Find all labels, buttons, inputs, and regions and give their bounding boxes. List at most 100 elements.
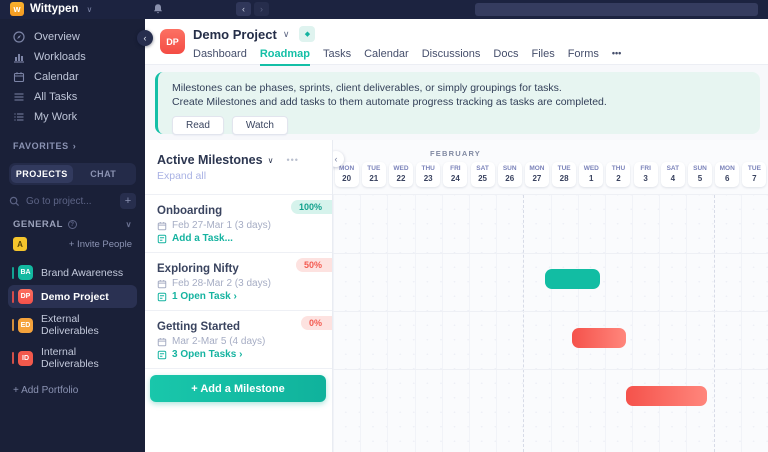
progress-badge: 100%: [291, 200, 332, 214]
project-tab[interactable]: Forms: [568, 48, 599, 66]
open-tasks-link[interactable]: 1 Open Task ›: [157, 291, 320, 302]
history-forward-button[interactable]: ›: [254, 2, 269, 16]
day-abbr: MON: [715, 165, 739, 172]
page-title[interactable]: Demo Project: [193, 27, 277, 42]
day-card: SUN 26: [498, 162, 522, 187]
open-tasks-link[interactable]: 3 Open Tasks ›: [157, 349, 320, 360]
invite-people-link[interactable]: + Invite People: [27, 239, 132, 250]
expand-all-link[interactable]: Expand all: [157, 170, 320, 182]
grid-column: [551, 195, 578, 452]
project-tab[interactable]: Files: [531, 48, 554, 66]
project-tab[interactable]: Tasks: [323, 48, 351, 66]
add-milestone-button[interactable]: + Add a Milestone: [150, 375, 326, 402]
day-abbr: SAT: [471, 165, 495, 172]
project-tabs: Dashboard Roadmap Tasks Calendar Discuss…: [193, 48, 621, 66]
search-icon: [9, 196, 20, 207]
day-card: WED 1: [579, 162, 603, 187]
grid-column: [578, 195, 605, 452]
project-color-strip: [12, 319, 14, 331]
go-to-project-input[interactable]: [26, 196, 114, 207]
workspace-switcher[interactable]: w Wittypen ∨: [10, 2, 92, 16]
grid-column: [659, 195, 686, 452]
milestone-bar-getting-started[interactable]: [626, 386, 707, 406]
portfolio-general[interactable]: GENERAL ? ∨: [0, 209, 145, 232]
add-task-link[interactable]: Add a Task...: [157, 233, 320, 244]
sidebar-item-label: All Tasks: [34, 91, 77, 103]
sidebar-project-brand-awareness[interactable]: BA Brand Awareness: [8, 261, 137, 284]
day-number: 25: [471, 174, 495, 183]
sidebar-collapse-button[interactable]: ‹: [137, 30, 153, 46]
day-cell: SUN 5: [686, 162, 713, 192]
day-abbr: FRI: [634, 165, 658, 172]
day-number: 7: [742, 174, 766, 183]
favorites-toggle[interactable]: FAVORITES ›: [0, 127, 145, 157]
chevron-right-icon: ›: [73, 141, 77, 151]
tab-projects[interactable]: PROJECTS: [11, 165, 73, 183]
milestone-row-onboarding[interactable]: Onboarding Feb 27-Mar 1 (3 days) Add a T…: [145, 195, 332, 253]
day-number: 28: [552, 174, 576, 183]
sidebar-project-internal-deliverables[interactable]: ID Internal Deliverables: [8, 342, 137, 374]
sidebar: Overview Workloads Calendar All Tasks My…: [0, 19, 145, 452]
history-back-button[interactable]: ‹: [236, 2, 251, 16]
day-abbr: SUN: [688, 165, 712, 172]
plus-icon: +: [125, 195, 131, 207]
day-card: SUN 5: [688, 162, 712, 187]
milestone-row-getting-started[interactable]: Getting Started Mar 2-Mar 5 (4 days) 3 O…: [145, 311, 332, 369]
sidebar-item-my-work[interactable]: My Work: [0, 107, 145, 127]
tasks-list-icon: [13, 111, 25, 123]
project-tab[interactable]: Docs: [493, 48, 518, 66]
project-name: Demo Project: [41, 291, 109, 303]
project-name: External Deliverables: [41, 313, 131, 337]
chevron-down-icon[interactable]: ∨: [283, 29, 290, 40]
member-avatar[interactable]: A: [13, 237, 27, 251]
timeline-panel: ‹ FEBRUARY MON 20: [333, 140, 768, 452]
day-abbr: WED: [389, 165, 413, 172]
day-number: 20: [335, 174, 359, 183]
sidebar-item-label: Workloads: [34, 51, 86, 63]
day-cell: TUE 7: [741, 162, 768, 192]
sidebar-item-workloads[interactable]: Workloads: [0, 47, 145, 67]
milestone-bar-exploring-nifty[interactable]: [572, 328, 626, 348]
day-cell: WED 22: [387, 162, 414, 192]
month-label: FEBRUARY: [333, 149, 578, 158]
sidebar-item-calendar[interactable]: Calendar: [0, 67, 145, 87]
sidebar-project-demo-project[interactable]: DP Demo Project: [8, 285, 137, 308]
day-number: 21: [362, 174, 386, 183]
ai-sparkle-button[interactable]: ◆: [299, 26, 315, 42]
project-tab[interactable]: Dashboard: [193, 48, 247, 66]
chevron-left-icon: ‹: [144, 33, 147, 43]
sidebar-item-label: My Work: [34, 111, 77, 123]
milestones-group-title[interactable]: Active Milestones: [157, 153, 263, 167]
sidebar-project-external-deliverables[interactable]: ED External Deliverables: [8, 309, 137, 341]
day-card: FRI 24: [443, 162, 467, 187]
project-tab[interactable]: Roadmap: [260, 48, 310, 66]
milestone-row-exploring-nifty[interactable]: Exploring Nifty Feb 28-Mar 2 (3 days) 1 …: [145, 253, 332, 311]
add-project-button[interactable]: +: [120, 193, 136, 209]
day-card: TUE 7: [742, 162, 766, 187]
day-number: 6: [715, 174, 739, 183]
day-cell: MON 6: [714, 162, 741, 192]
project-badge: ID: [18, 351, 33, 366]
global-search-input[interactable]: [475, 3, 758, 16]
watch-button[interactable]: Watch: [232, 116, 288, 135]
project-header: DP Demo Project ∨ ◆ Dashboard Roadmap Ta…: [145, 19, 768, 65]
day-number: 5: [688, 174, 712, 183]
project-tab[interactable]: Calendar: [364, 48, 409, 66]
tabs-overflow-button[interactable]: •••: [612, 48, 621, 66]
project-avatar[interactable]: DP: [160, 29, 185, 54]
day-cell: SUN 26: [496, 162, 523, 192]
milestone-dates: Feb 28-Mar 2 (3 days): [172, 278, 271, 289]
project-name: Internal Deliverables: [41, 346, 131, 370]
notifications-bell-icon[interactable]: [152, 3, 164, 15]
sidebar-item-overview[interactable]: Overview: [0, 27, 145, 47]
sidebar-item-all-tasks[interactable]: All Tasks: [0, 87, 145, 107]
add-portfolio-link[interactable]: + Add Portfolio: [0, 375, 145, 406]
task-icon: [157, 292, 167, 302]
tab-chat[interactable]: CHAT: [73, 165, 135, 183]
calendar-icon: [13, 71, 25, 83]
milestones-menu-button[interactable]: •••: [286, 155, 298, 165]
milestone-name: Getting Started: [157, 321, 320, 333]
read-button[interactable]: Read: [172, 116, 224, 135]
milestone-bar-onboarding[interactable]: [545, 269, 600, 289]
project-tab[interactable]: Discussions: [422, 48, 481, 66]
